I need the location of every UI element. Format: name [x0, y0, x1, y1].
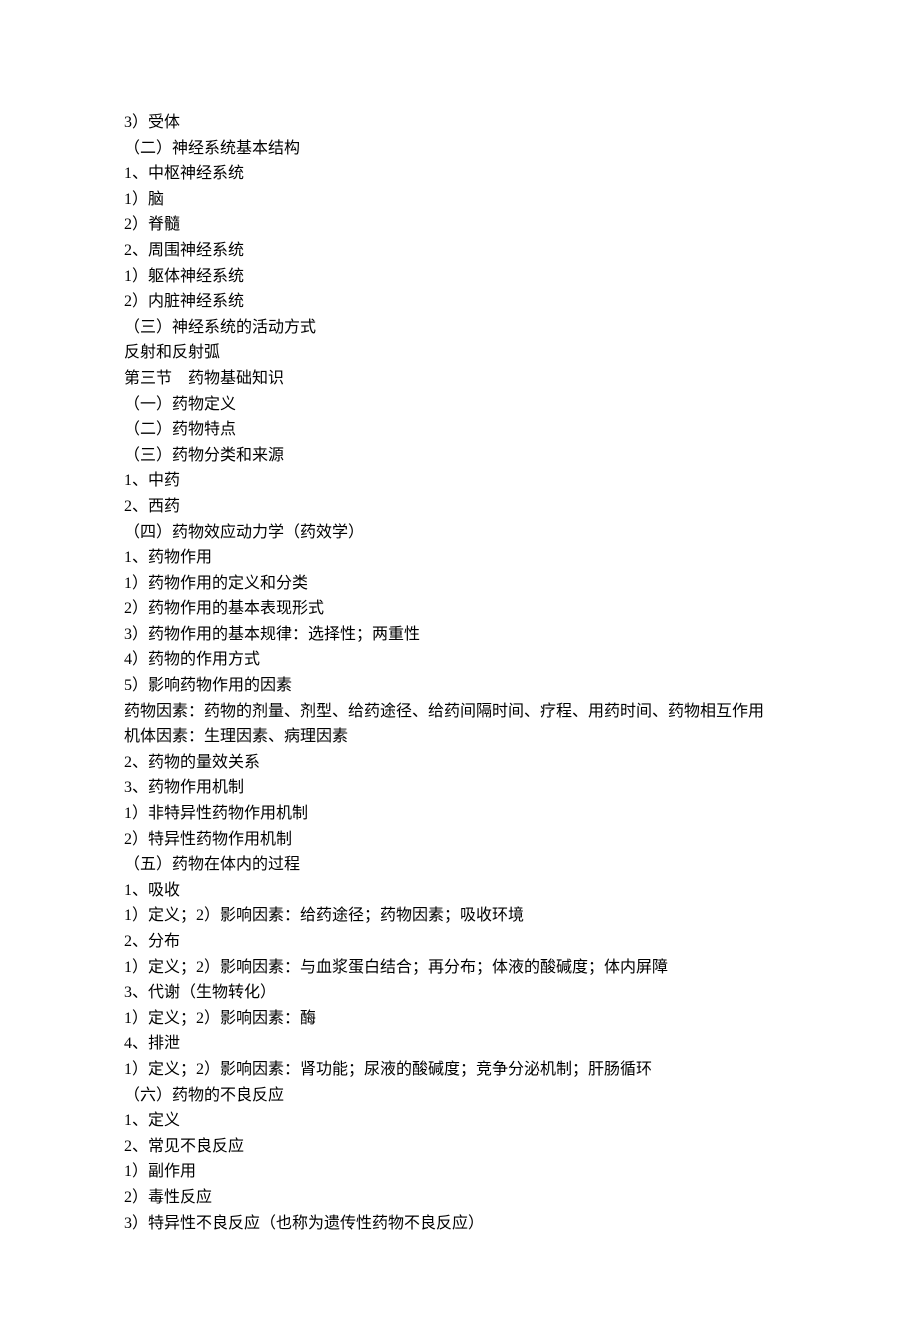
text-line: 4、排泄	[124, 1031, 796, 1057]
text-line: 1、定义	[124, 1108, 796, 1134]
text-line: 2、药物的量效关系	[124, 750, 796, 776]
text-line: （六）药物的不良反应	[124, 1083, 796, 1109]
text-line: （五）药物在体内的过程	[124, 852, 796, 878]
text-line: 1）定义；2）影响因素：肾功能；尿液的酸碱度；竞争分泌机制；肝肠循环	[124, 1057, 796, 1083]
text-line: 2）脊髓	[124, 212, 796, 238]
text-line: 1）副作用	[124, 1159, 796, 1185]
text-line: 1）定义；2）影响因素：给药途径；药物因素；吸收环境	[124, 903, 796, 929]
text-line: 第三节 药物基础知识	[124, 366, 796, 392]
text-line: 2、西药	[124, 494, 796, 520]
text-line: 1）躯体神经系统	[124, 264, 796, 290]
text-line: 4）药物的作用方式	[124, 647, 796, 673]
text-line: 1、吸收	[124, 878, 796, 904]
text-line: （四）药物效应动力学（药效学）	[124, 520, 796, 546]
text-line: 2）内脏神经系统	[124, 289, 796, 315]
text-line: 1）非特异性药物作用机制	[124, 801, 796, 827]
text-line: 反射和反射弧	[124, 340, 796, 366]
text-line: 机体因素：生理因素、病理因素	[124, 724, 796, 750]
text-line: 药物因素：药物的剂量、剂型、给药途径、给药间隔时间、疗程、用药时间、药物相互作用	[124, 699, 796, 725]
text-line: 1、药物作用	[124, 545, 796, 571]
text-line: 3）特异性不良反应（也称为遗传性药物不良反应）	[124, 1211, 796, 1237]
text-line: （三）药物分类和来源	[124, 443, 796, 469]
text-line: 1）脑	[124, 187, 796, 213]
text-line: 1）药物作用的定义和分类	[124, 571, 796, 597]
text-line: 1）定义；2）影响因素：与血浆蛋白结合；再分布；体液的酸碱度；体内屏障	[124, 955, 796, 981]
text-line: 2、周围神经系统	[124, 238, 796, 264]
text-line: 5）影响药物作用的因素	[124, 673, 796, 699]
text-line: 3、代谢（生物转化）	[124, 980, 796, 1006]
text-line: 1、中药	[124, 468, 796, 494]
text-line: 2、常见不良反应	[124, 1134, 796, 1160]
text-line: （二）神经系统基本结构	[124, 136, 796, 162]
text-line: 3）药物作用的基本规律：选择性；两重性	[124, 622, 796, 648]
text-line: （二）药物特点	[124, 417, 796, 443]
text-line: 1）定义；2）影响因素：酶	[124, 1006, 796, 1032]
text-line: 2）毒性反应	[124, 1185, 796, 1211]
document-content: 3）受体 （二）神经系统基本结构 1、中枢神经系统 1）脑 2）脊髓 2、周围神…	[124, 110, 796, 1236]
text-line: （一）药物定义	[124, 392, 796, 418]
text-line: 2、分布	[124, 929, 796, 955]
text-line: 3）受体	[124, 110, 796, 136]
text-line: （三）神经系统的活动方式	[124, 315, 796, 341]
text-line: 1、中枢神经系统	[124, 161, 796, 187]
text-line: 3、药物作用机制	[124, 775, 796, 801]
text-line: 2）特异性药物作用机制	[124, 827, 796, 853]
text-line: 2）药物作用的基本表现形式	[124, 596, 796, 622]
